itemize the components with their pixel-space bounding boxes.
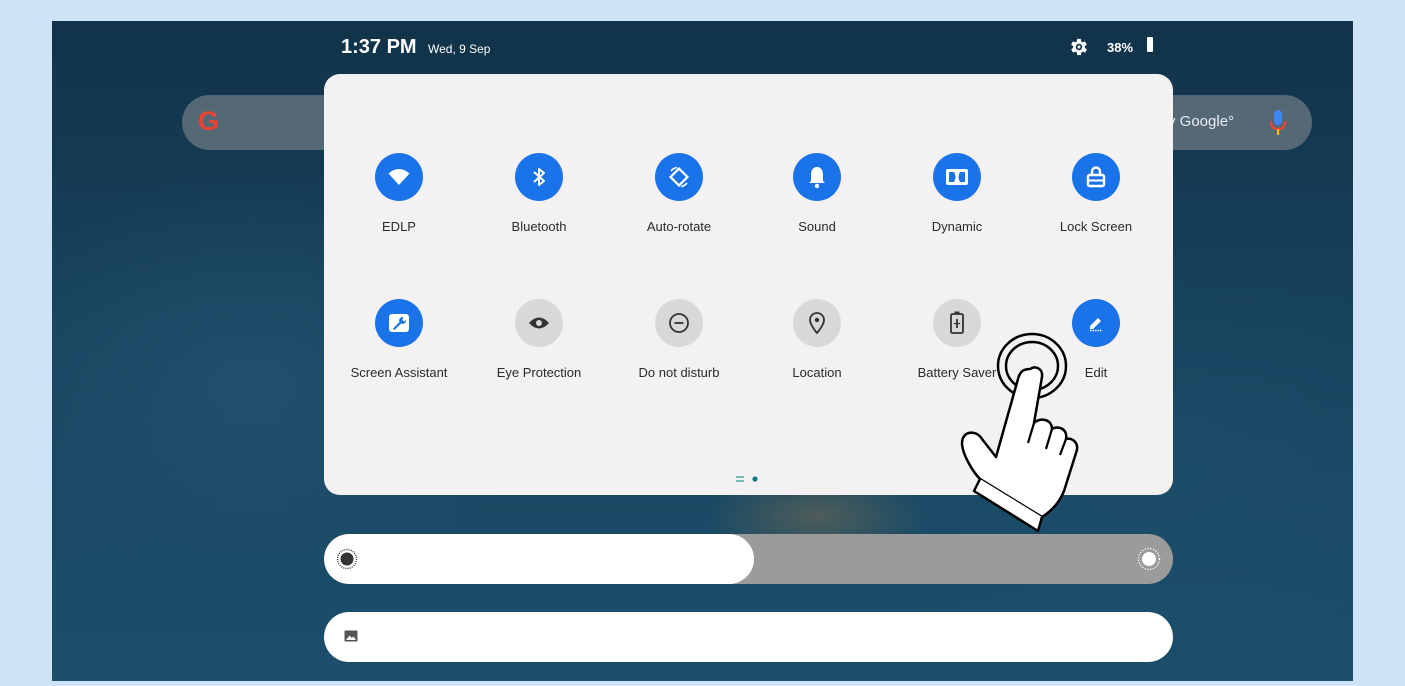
tile-lock-screen[interactable]: Lock Screen	[1031, 153, 1161, 243]
gear-icon[interactable]	[1068, 36, 1090, 58]
media-bar[interactable]	[324, 612, 1173, 662]
tile-label: Eye Protection	[496, 365, 582, 380]
mic-icon[interactable]	[1269, 109, 1287, 137]
tile-edlp[interactable]: EDLP	[334, 153, 464, 243]
tile-label: Bluetooth	[511, 219, 567, 234]
battery-percent: 38%	[1107, 40, 1134, 55]
tile-dynamic[interactable]: Dynamic	[892, 153, 1022, 243]
tile-location[interactable]: Location	[752, 299, 882, 389]
bluetooth-icon	[515, 153, 563, 201]
tile-eye-protection[interactable]: Eye Protection	[474, 299, 604, 389]
wifi-icon	[375, 153, 423, 201]
tile-label: Dynamic	[931, 219, 983, 234]
location-pin-icon	[793, 299, 841, 347]
tile-do-not-disturb[interactable]: Do not disturb	[614, 299, 744, 389]
dolby-icon	[933, 153, 981, 201]
status-time: 1:37 PM	[341, 36, 417, 58]
device-screen: G y Google° 1:37 PM Wed, 9 Sep 38% EDLP …	[52, 21, 1353, 681]
page-indicator[interactable]	[734, 474, 764, 484]
brightness-low-icon	[336, 548, 358, 570]
lock-icon	[1072, 153, 1120, 201]
tile-bluetooth[interactable]: Bluetooth	[474, 153, 604, 243]
tile-screen-assistant[interactable]: Screen Assistant	[334, 299, 464, 389]
tile-sound[interactable]: Sound	[752, 153, 882, 243]
search-hint-text: y Google°	[1168, 113, 1235, 130]
brightness-slider-fill[interactable]	[324, 534, 754, 584]
tile-label: Screen Assistant	[350, 365, 448, 380]
tile-auto-rotate[interactable]: Auto-rotate	[614, 153, 744, 243]
auto-rotate-icon	[655, 153, 703, 201]
tap-gesture-hand-icon	[960, 332, 1079, 533]
battery-icon	[1147, 37, 1153, 52]
status-date: Wed, 9 Sep	[428, 42, 491, 56]
tile-label: Location	[792, 365, 842, 380]
bell-icon	[793, 153, 841, 201]
eye-icon	[515, 299, 563, 347]
tile-label: Sound	[798, 219, 836, 234]
do-not-disturb-icon	[655, 299, 703, 347]
wrench-icon	[375, 299, 423, 347]
tile-label: Auto-rotate	[646, 219, 712, 234]
image-icon	[344, 630, 358, 642]
tile-label: Lock Screen	[1059, 219, 1133, 234]
brightness-high-icon	[1137, 547, 1161, 571]
brightness-slider[interactable]	[324, 534, 1173, 584]
tile-label: Do not disturb	[638, 365, 720, 380]
tile-label: EDLP	[382, 219, 416, 234]
google-logo-icon: G	[198, 106, 220, 136]
